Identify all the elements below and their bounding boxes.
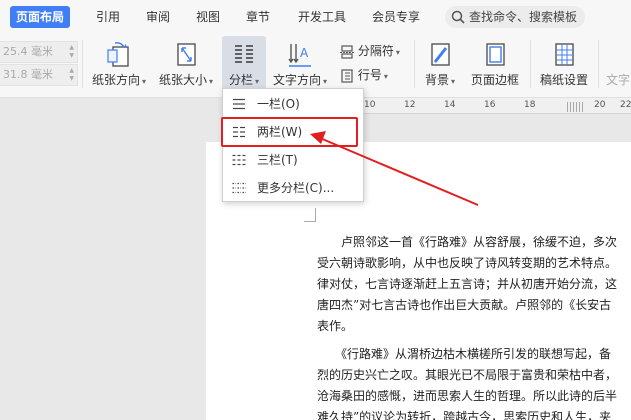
ribbon-divider xyxy=(414,40,415,88)
ruler-margin-marker[interactable] xyxy=(567,102,585,112)
chevron-down-icon: ▾ xyxy=(323,77,328,86)
spinner-arrows-icon[interactable]: ▲ ▼ xyxy=(69,44,74,60)
text-line: 受六朝诗歌影响，从中也反映了诗风转变期的艺术特点。 xyxy=(317,256,618,270)
page-border-icon xyxy=(486,43,505,66)
annotation-highlight-box xyxy=(221,117,358,147)
ruler-number: 10 xyxy=(364,100,376,110)
tab-view[interactable]: 视图 xyxy=(188,6,228,28)
tab-section[interactable]: 章节 xyxy=(238,6,278,28)
ruler-number: 14 xyxy=(444,100,456,110)
menu-item-label: 更多分栏(C)... xyxy=(257,181,335,195)
text-direction-button[interactable]: A 文字方向 ▾ xyxy=(268,34,332,92)
separator-button[interactable]: 分隔符 ▾ xyxy=(340,42,400,59)
menu-item-more-columns[interactable]: 更多分栏(C)... xyxy=(223,175,363,201)
chevron-down-icon: ▾ xyxy=(395,48,400,57)
text-button-label: 文字 xyxy=(606,73,631,87)
text-line: 表作。 xyxy=(317,319,354,333)
svg-text:A: A xyxy=(300,46,309,60)
margin-top-value: 25.4 毫米 xyxy=(3,45,53,58)
text-line: 《行路难》从渭桥边枯木横槎所引发的联想写起，备 xyxy=(317,347,612,361)
menu-item-label: 一栏(O) xyxy=(257,97,300,111)
tab-member-exclusive[interactable]: 会员专享 xyxy=(366,6,426,28)
horizontal-ruler[interactable]: 10 12 14 16 18 20 22 xyxy=(356,98,631,114)
tab-review[interactable]: 审阅 xyxy=(138,6,178,28)
ribbon-divider xyxy=(598,40,599,88)
orientation-label: 纸张方向 xyxy=(91,73,140,87)
page-border-label: 页面边框 xyxy=(470,73,519,87)
text-line: 唐四杰”对七言古诗也作出巨大贡献。卢照邻的《长安古 xyxy=(317,298,612,312)
manuscript-paper-icon xyxy=(555,43,574,66)
chevron-down-icon: ▾ xyxy=(383,72,388,81)
text-direction-label: 文字方向 xyxy=(272,73,321,87)
more-columns-icon xyxy=(232,182,246,194)
background-button[interactable]: 背景 ▾ xyxy=(418,34,462,92)
page-border-button[interactable]: 页面边框 xyxy=(466,34,524,92)
page-break-icon xyxy=(340,44,354,59)
chevron-down-icon: ▾ xyxy=(209,77,214,86)
paper-settings-button[interactable]: 稿纸设置 xyxy=(534,34,594,92)
ruler-number: 12 xyxy=(404,100,416,110)
text-line: 难久持”的议论为转折，跨越古今，思索历史和人生，夹 xyxy=(317,410,612,420)
paper-size-button[interactable]: 纸张大小 ▾ xyxy=(154,34,218,92)
menu-item-label: 三栏(T) xyxy=(257,153,298,167)
columns-label: 分栏 xyxy=(228,73,253,87)
ruler-number: 22 xyxy=(620,100,631,110)
line-number-icon xyxy=(341,68,353,83)
tab-references[interactable]: 引用 xyxy=(88,6,128,28)
paragraph-2[interactable]: 《行路难》从渭桥边枯木横槎所引发的联想写起，备 烈的历史兴亡之叹。其眼光已不局限… xyxy=(317,344,631,420)
columns-button[interactable]: 分栏 ▾ xyxy=(222,34,266,90)
search-placeholder: 查找命令、搜索模板 xyxy=(469,10,578,24)
text-button-partial[interactable]: 文字 xyxy=(602,34,631,92)
line-number-label: 行号 xyxy=(357,68,382,82)
ruler-number: 20 xyxy=(594,100,606,110)
spinner-arrows-icon[interactable]: ▲ ▼ xyxy=(69,67,74,83)
ribbon-divider xyxy=(82,40,83,88)
menu-item-one-column[interactable]: 一栏(O) xyxy=(223,91,363,117)
command-search[interactable]: 查找命令、搜索模板 xyxy=(445,6,585,28)
chevron-down-icon: ▾ xyxy=(142,77,147,86)
margin-bottom-value: 31.8 毫米 xyxy=(3,68,53,81)
paper-size-icon xyxy=(177,43,196,66)
margin-corner-mark xyxy=(304,208,316,222)
three-columns-icon xyxy=(232,154,246,166)
ribbon-tab-bar: 页面布局 引用 审阅 视图 章节 开发工具 会员专享 查找命令、搜索模板 xyxy=(0,0,631,32)
paper-settings-label: 稿纸设置 xyxy=(539,73,588,87)
paragraph-1[interactable]: 卢照邻这一首《行路难》从容舒展，徐缓不迫，多次 受六朝诗歌影响，从中也反映了诗风… xyxy=(317,232,631,337)
one-column-icon xyxy=(233,98,245,110)
background-label: 背景 xyxy=(424,73,449,87)
paper-orientation-icon xyxy=(107,42,129,67)
search-icon xyxy=(451,10,465,24)
ruler-number: 18 xyxy=(524,100,536,110)
tab-page-layout[interactable]: 页面布局 xyxy=(10,6,70,28)
orientation-button[interactable]: 纸张方向 ▾ xyxy=(86,34,152,92)
ruler-number: 16 xyxy=(484,100,496,110)
text-line: 烈的历史兴亡之叹。其眼光已不局限于富贵和荣枯中者， xyxy=(317,368,618,382)
tab-developer-tools[interactable]: 开发工具 xyxy=(292,6,352,28)
text-line: 沧海桑田的感慨，进而思索人生的哲理。所以此诗的后半 xyxy=(317,389,618,403)
separator-label: 分隔符 xyxy=(357,44,394,58)
text-line: 律对仗，七言诗逐渐赶上五言诗；并从初唐开始分流，这 xyxy=(317,277,618,291)
line-number-button[interactable]: 行号 ▾ xyxy=(340,66,388,83)
chevron-down-icon: ▾ xyxy=(451,77,456,86)
margin-bottom-spinner[interactable]: 31.8 毫米 ▲ ▼ xyxy=(0,64,78,86)
background-icon xyxy=(431,43,450,66)
columns-icon xyxy=(235,45,253,63)
text-line: 卢照邻这一首《行路难》从容舒展，徐缓不迫，多次 xyxy=(317,235,618,249)
margin-top-spinner[interactable]: 25.4 毫米 ▲ ▼ xyxy=(0,41,78,63)
text-direction-icon: A xyxy=(288,44,311,67)
paper-size-label: 纸张大小 xyxy=(158,73,207,87)
menu-item-three-columns[interactable]: 三栏(T) xyxy=(223,147,363,173)
ribbon-divider xyxy=(530,40,531,88)
chevron-down-icon: ▾ xyxy=(255,77,260,86)
